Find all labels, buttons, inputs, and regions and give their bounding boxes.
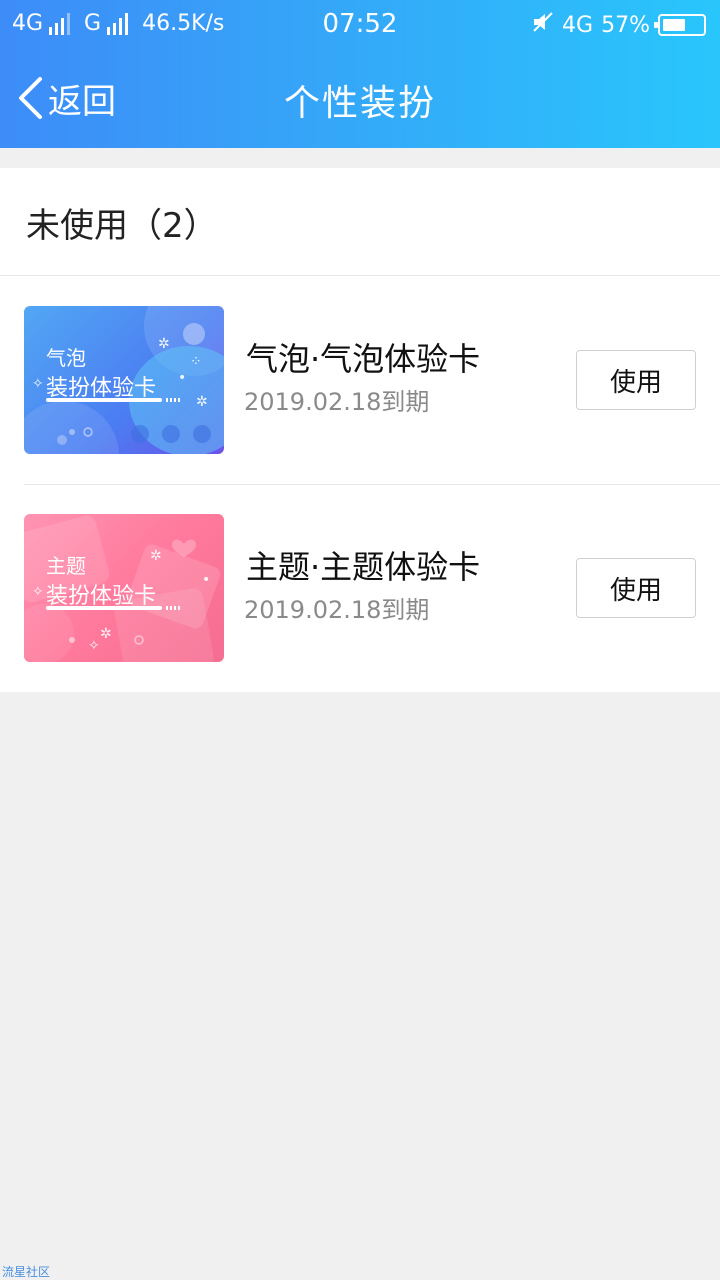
status-bar: 4G G 46.5K/s 07:52 4G 57% xyxy=(0,0,720,48)
list-item: ✲ • ✧ ✲ ✧ 主题 装扮体验卡 主题·主题体验卡 2019.02.18到期… xyxy=(0,484,720,692)
card-name: 主题·主题体验卡 xyxy=(246,548,481,586)
thumb-bar xyxy=(46,606,162,610)
list-item: ✲ ⁘ • ✲ ✧ 气泡 装扮体验卡 气泡·气泡体验卡 2019.02.18到期… xyxy=(0,276,720,484)
unused-cards-panel: 未使用（2） ✲ ⁘ • ✲ ✧ 气泡 装扮体验卡 气泡·气泡体验卡 2019.… xyxy=(0,168,720,692)
status-right: 4G 57% xyxy=(532,11,706,39)
sparkle-icon: ✲ xyxy=(196,394,208,410)
nav-bar: 返回 个性装扮 xyxy=(0,48,720,148)
use-button[interactable]: 使用 xyxy=(576,350,696,410)
sparkle-icon: ✧ xyxy=(32,376,44,392)
card-name: 气泡·气泡体验卡 xyxy=(246,340,481,378)
sparkle-icon: • xyxy=(178,370,187,386)
sparkle-icon: ✲ xyxy=(100,626,112,642)
watermark-text: 流星社区 xyxy=(2,1265,51,1279)
thumb-title: 主题 xyxy=(46,554,86,578)
mute-icon xyxy=(532,11,554,39)
page-title: 个性装扮 xyxy=(283,83,436,124)
sparkle-icon: ✲ xyxy=(158,336,170,352)
thumb-bar xyxy=(46,398,162,402)
sparkle-icon: ⁘ xyxy=(190,354,202,370)
top-bar: 4G G 46.5K/s 07:52 4G 57% 返回 个性装扮 xyxy=(0,0,720,148)
sparkle-icon: ✧ xyxy=(88,638,100,654)
use-button[interactable]: 使用 xyxy=(576,558,696,618)
thumb-dash xyxy=(166,398,182,402)
sparkle-icon: ✧ xyxy=(32,584,44,600)
network-type-3: 4G xyxy=(562,12,594,38)
thumb-dash xyxy=(166,606,182,610)
bubble-card-thumbnail: ✲ ⁘ • ✲ ✧ 气泡 装扮体验卡 xyxy=(24,306,224,454)
card-expiry: 2019.02.18到期 xyxy=(244,388,430,416)
battery-icon xyxy=(654,14,706,36)
battery-percent: 57% xyxy=(601,12,650,38)
battery-fill xyxy=(663,19,685,31)
card-expiry: 2019.02.18到期 xyxy=(244,596,430,624)
theme-card-thumbnail: ✲ • ✧ ✲ ✧ 主题 装扮体验卡 xyxy=(24,514,224,662)
section-header: 未使用（2） xyxy=(0,168,720,276)
section-title: 未使用（2） xyxy=(26,206,218,246)
sparkle-icon: • xyxy=(202,572,211,588)
thumb-title: 气泡 xyxy=(46,346,86,370)
sparkle-icon: ✲ xyxy=(150,548,162,564)
